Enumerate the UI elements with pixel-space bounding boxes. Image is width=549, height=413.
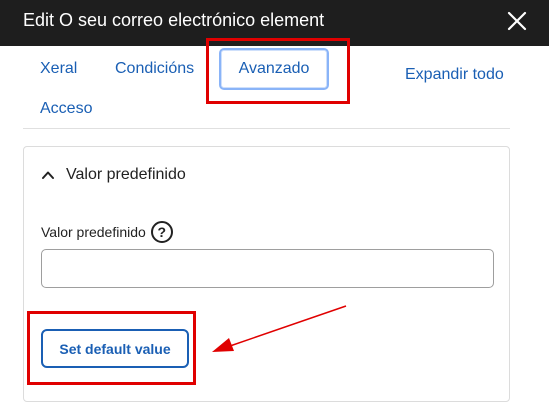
tab-xeral[interactable]: Xeral (40, 60, 77, 78)
tab-acceso[interactable]: Acceso (40, 100, 92, 118)
modal-title: Edit O seu correo electrónico element (23, 10, 325, 30)
panel-header-toggle[interactable]: Valor predefinido (41, 164, 186, 186)
annotation-highlight-tab (206, 38, 350, 104)
expand-all-link[interactable]: Expandir todo (405, 66, 504, 84)
close-icon[interactable] (504, 8, 530, 34)
help-circle-icon[interactable]: ? (150, 221, 173, 243)
field-label-row: Valor predefinido ? (41, 221, 173, 243)
panel-title: Valor predefinido (66, 166, 186, 183)
field-label: Valor predefinido (41, 224, 146, 240)
annotation-highlight-button (27, 311, 196, 385)
tab-divider (23, 128, 510, 129)
tab-condicions[interactable]: Condicións (115, 60, 194, 78)
default-value-input[interactable] (41, 249, 494, 288)
chevron-up-icon (42, 171, 54, 179)
